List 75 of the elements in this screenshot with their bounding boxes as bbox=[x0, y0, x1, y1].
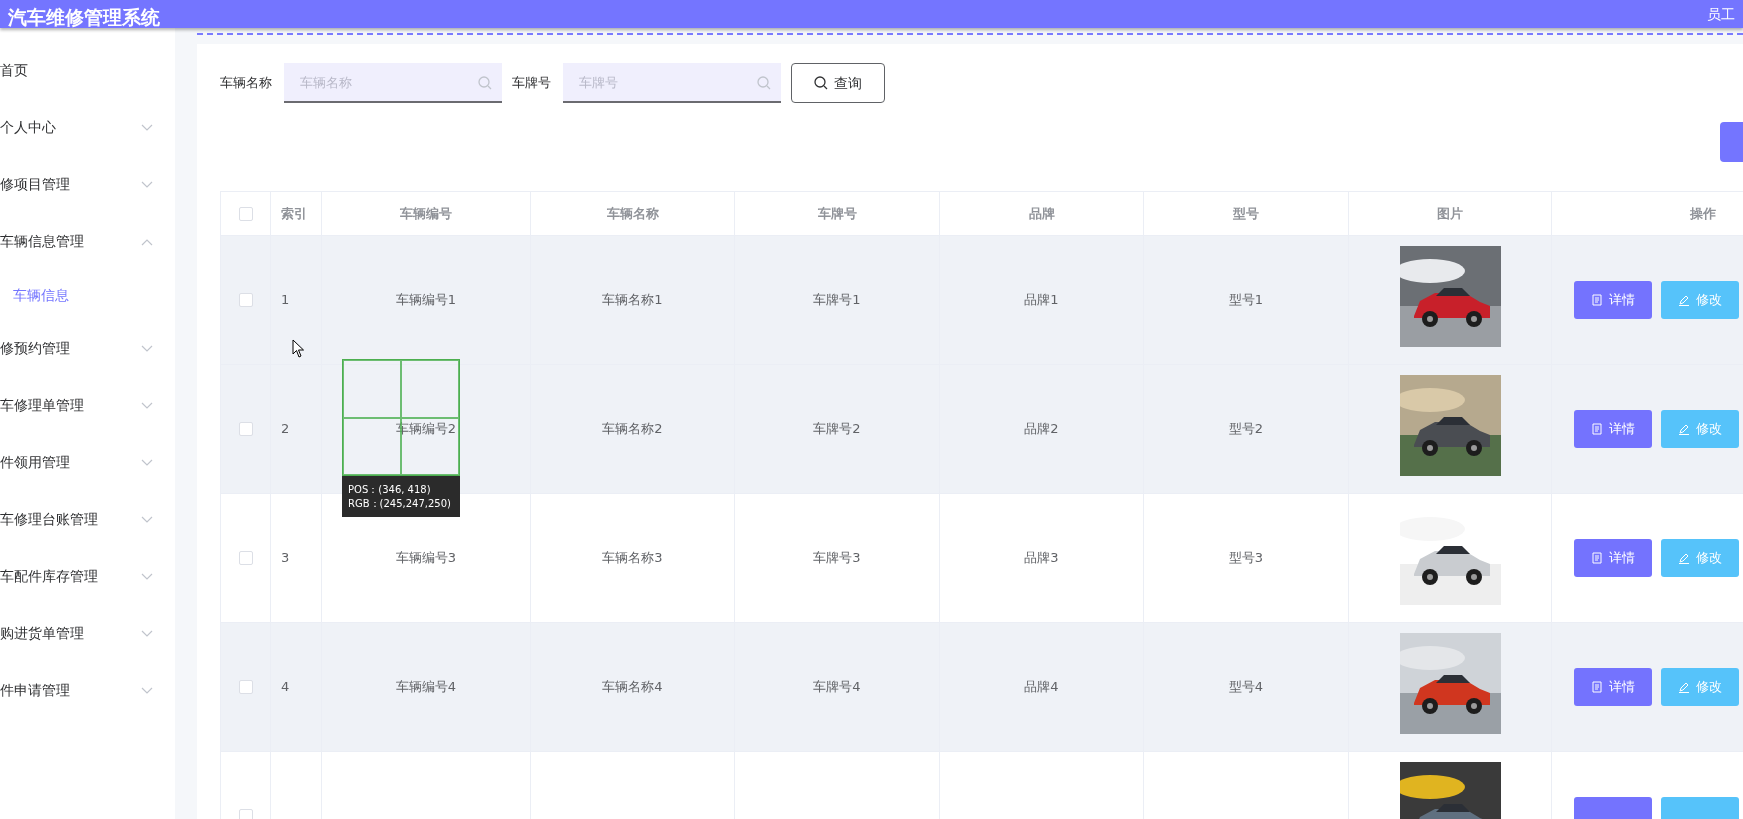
table-cell-text: 1 bbox=[281, 291, 290, 310]
document-icon bbox=[1591, 681, 1603, 693]
action-button[interactable] bbox=[1720, 122, 1743, 162]
menu-item[interactable]: 车配件库存管理 bbox=[0, 566, 98, 587]
details-button[interactable]: 详情 bbox=[1574, 410, 1652, 448]
checkbox[interactable] bbox=[238, 293, 253, 307]
table-cell-text: 品牌3 bbox=[1024, 549, 1059, 568]
table-cell-text: 型号2 bbox=[1228, 420, 1264, 439]
details-button[interactable]: 详情 bbox=[1574, 281, 1652, 319]
menu-item[interactable]: 件申请管理 bbox=[0, 680, 70, 701]
field-label: 车辆名称 bbox=[220, 74, 272, 93]
table-cell-text: 车辆名称2 bbox=[602, 420, 663, 439]
table-cell-text: 车辆编号4 bbox=[395, 678, 457, 697]
field-label: 车牌号 bbox=[512, 74, 551, 93]
checkbox[interactable] bbox=[238, 809, 253, 819]
submenu-item[interactable]: 车辆信息 bbox=[13, 284, 69, 306]
checkbox[interactable] bbox=[238, 422, 253, 436]
table-cell-text: 车辆名称1 bbox=[602, 291, 663, 310]
menu-item[interactable]: 首页 bbox=[0, 60, 28, 81]
column-header: 车辆名称 bbox=[606, 204, 659, 223]
search-button[interactable]: 查询 bbox=[791, 63, 885, 103]
table-cell-text: 车牌号4 bbox=[813, 678, 861, 697]
table-row[interactable]: 1 车辆编号1 车辆名称1 车牌号1 品牌1 型号1 详情 修改 bbox=[221, 236, 1743, 365]
menu-item[interactable]: 购进货单管理 bbox=[0, 623, 84, 644]
app-title: 汽车维修管理系统 bbox=[8, 6, 160, 28]
user-label[interactable]: 员工 bbox=[1707, 4, 1735, 24]
checkbox[interactable] bbox=[238, 551, 253, 565]
search-icon bbox=[814, 76, 828, 90]
details-button[interactable]: 详情 bbox=[1574, 539, 1652, 577]
menu-item[interactable]: 修项目管理 bbox=[0, 174, 70, 195]
checkbox[interactable] bbox=[238, 206, 253, 221]
pencil-icon bbox=[1678, 294, 1690, 306]
table-cell-text: 车辆名称4 bbox=[602, 678, 663, 697]
pencil-icon bbox=[1678, 423, 1690, 435]
column-header: 索引 bbox=[281, 204, 307, 223]
table-cell-text: 型号3 bbox=[1228, 549, 1264, 568]
column-header: 车牌号 bbox=[817, 204, 857, 223]
table-cell-text: 车辆编号1 bbox=[395, 291, 457, 310]
table-cell-text: 车牌号1 bbox=[813, 291, 861, 310]
menu-item[interactable]: 修预约管理 bbox=[0, 338, 70, 359]
table-cell-text: 型号1 bbox=[1228, 291, 1264, 310]
checkbox[interactable] bbox=[238, 680, 253, 694]
table-cell-text: 2 bbox=[281, 420, 290, 439]
pencil-icon bbox=[1678, 681, 1690, 693]
menu-item[interactable]: 车修理台账管理 bbox=[0, 509, 98, 530]
rgb-readout: RGB：(245,247,250) bbox=[348, 496, 452, 511]
document-icon bbox=[1591, 423, 1603, 435]
document-icon bbox=[1591, 552, 1603, 564]
menu-item[interactable]: 件领用管理 bbox=[0, 452, 70, 473]
table-cell-text: 3 bbox=[281, 549, 290, 568]
table-cell-text: 品牌1 bbox=[1024, 291, 1059, 310]
table-cell-text: 4 bbox=[281, 678, 290, 697]
details-button[interactable]: 详情 bbox=[1574, 668, 1652, 706]
table-cell-text: 品牌2 bbox=[1024, 420, 1059, 439]
column-header: 图片 bbox=[1437, 204, 1463, 223]
table-row[interactable]: 4 车辆编号4 车辆名称4 车牌号4 品牌4 型号4 详情 修改 bbox=[221, 623, 1743, 752]
menu-item[interactable]: 个人中心 bbox=[0, 117, 56, 138]
search-icon bbox=[757, 76, 771, 90]
table-cell-text: 车辆编号3 bbox=[395, 549, 457, 568]
menu-item[interactable]: 车修理单管理 bbox=[0, 395, 84, 416]
table-cell-text: 车辆名称3 bbox=[602, 549, 663, 568]
position-readout: POS：(346, 418) bbox=[348, 482, 432, 497]
menu-item[interactable]: 车辆信息管理 bbox=[0, 231, 84, 252]
column-header: 车辆编号 bbox=[400, 204, 452, 223]
search-icon bbox=[478, 76, 492, 90]
mouse-cursor-icon bbox=[292, 339, 306, 359]
table-cell-text: 车牌号2 bbox=[813, 420, 861, 439]
document-icon bbox=[1591, 294, 1603, 306]
column-header: 型号 bbox=[1233, 204, 1259, 223]
table-cell-text: 品牌4 bbox=[1024, 678, 1059, 697]
column-header: 品牌 bbox=[1028, 204, 1055, 223]
pencil-icon bbox=[1678, 552, 1690, 564]
table-cell-text: 车牌号3 bbox=[813, 549, 861, 568]
column-header: 操作 bbox=[1689, 204, 1716, 223]
table-cell-text: 型号4 bbox=[1228, 678, 1264, 697]
